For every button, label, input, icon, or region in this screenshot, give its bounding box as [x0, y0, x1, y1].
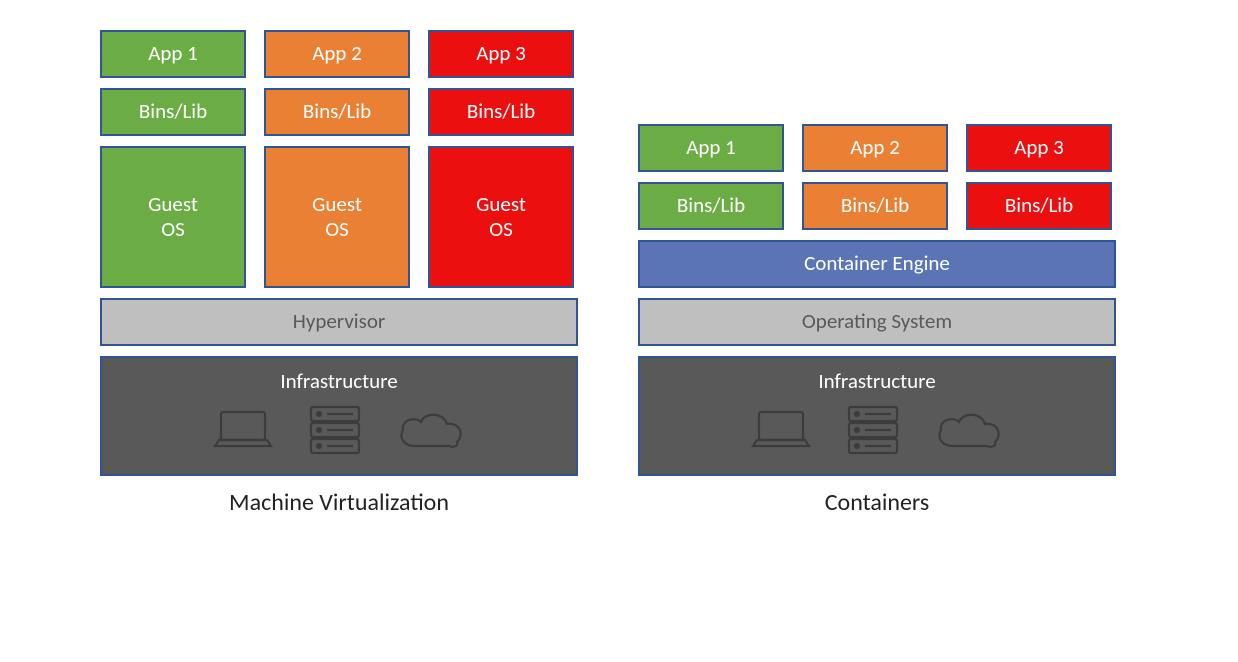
- vm-guest-3: GuestOS: [428, 146, 574, 288]
- ct-app-2: App 2: [802, 124, 948, 172]
- vm-bins-1: Bins/Lib: [100, 88, 246, 136]
- ct-app-3: App 3: [966, 124, 1112, 172]
- vm-infra-icons: [209, 403, 469, 463]
- cloud-icon: [931, 406, 1007, 460]
- vm-guest-1: GuestOS: [100, 146, 246, 288]
- ct-blocks: App 1 App 2 App 3 Bins/Lib Bins/Lib Bins…: [638, 124, 1116, 476]
- diagram-root: App 1 App 2 App 3 Bins/Lib Bins/Lib Bins…: [0, 0, 1238, 537]
- ct-stack: App 1 App 2 App 3 Bins/Lib Bins/Lib Bins…: [638, 124, 1116, 517]
- laptop-icon: [747, 406, 815, 460]
- ct-infra-icons: [747, 403, 1007, 463]
- vm-app-2: App 2: [264, 30, 410, 78]
- vm-guest-2: GuestOS: [264, 146, 410, 288]
- ct-app-1: App 1: [638, 124, 784, 172]
- vm-stack: App 1 App 2 App 3 Bins/Lib Bins/Lib Bins…: [100, 30, 578, 517]
- ct-bins-row: Bins/Lib Bins/Lib Bins/Lib: [638, 182, 1116, 230]
- ct-bins-1: Bins/Lib: [638, 182, 784, 230]
- vm-infrastructure: Infrastructure: [100, 356, 578, 476]
- ct-bins-3: Bins/Lib: [966, 182, 1112, 230]
- laptop-icon: [209, 406, 277, 460]
- vm-app-3: App 3: [428, 30, 574, 78]
- ct-apps-row: App 1 App 2 App 3: [638, 124, 1116, 172]
- ct-container-engine: Container Engine: [638, 240, 1116, 288]
- ct-operating-system: Operating System: [638, 298, 1116, 346]
- cloud-icon: [393, 406, 469, 460]
- vm-hypervisor: Hypervisor: [100, 298, 578, 346]
- vm-infrastructure-label: Infrastructure: [280, 369, 397, 394]
- ct-infrastructure: Infrastructure: [638, 356, 1116, 476]
- vm-caption: Machine Virtualization: [229, 488, 449, 517]
- ct-bins-2: Bins/Lib: [802, 182, 948, 230]
- ct-infrastructure-label: Infrastructure: [818, 369, 935, 394]
- server-icon: [305, 403, 365, 463]
- vm-guest-row: GuestOS GuestOS GuestOS: [100, 146, 578, 288]
- server-icon: [843, 403, 903, 463]
- vm-bins-3: Bins/Lib: [428, 88, 574, 136]
- vm-app-1: App 1: [100, 30, 246, 78]
- vm-bins-row: Bins/Lib Bins/Lib Bins/Lib: [100, 88, 578, 136]
- ct-caption: Containers: [825, 488, 929, 517]
- vm-apps-row: App 1 App 2 App 3: [100, 30, 578, 78]
- vm-bins-2: Bins/Lib: [264, 88, 410, 136]
- vm-blocks: App 1 App 2 App 3 Bins/Lib Bins/Lib Bins…: [100, 30, 578, 476]
